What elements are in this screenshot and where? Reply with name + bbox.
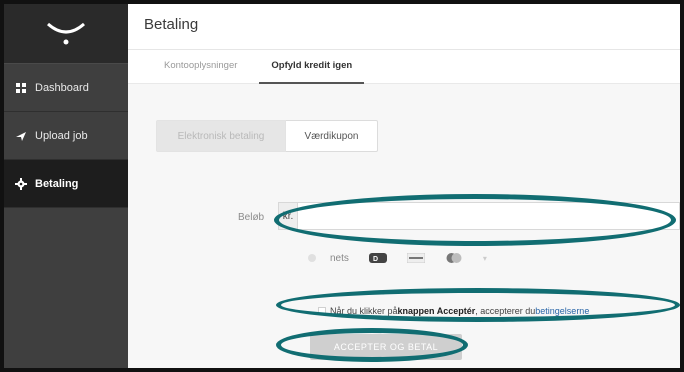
tab-kontooplysninger[interactable]: Kontooplysninger <box>152 50 249 84</box>
amount-input[interactable] <box>298 202 680 230</box>
mastercard-icon <box>445 252 463 264</box>
accept-and-pay-button[interactable]: ACCEPTER OG BETAL <box>310 334 462 360</box>
page-title: Betaling <box>128 4 680 50</box>
app-window: Dashboard Upload job Betaling Betaling K… <box>4 4 680 368</box>
logo-icon <box>47 22 85 44</box>
amount-label: Beløb <box>238 212 265 223</box>
plane-icon <box>14 129 28 143</box>
sidebar-item-label: Upload job <box>35 129 88 142</box>
sidebar-item-upload-job[interactable]: Upload job <box>4 112 128 160</box>
svg-text:D: D <box>373 256 378 263</box>
payment-methods: nets D ▾ <box>308 252 487 264</box>
terms-bold: knappen Acceptér <box>397 306 476 316</box>
sidebar: Dashboard Upload job Betaling <box>4 4 128 368</box>
logo <box>4 4 128 64</box>
payment-method-radio[interactable] <box>308 254 316 262</box>
sidebar-item-betaling[interactable]: Betaling <box>4 160 128 208</box>
tab-opfyld-kredit[interactable]: Opfyld kredit igen <box>259 50 365 84</box>
sidebar-item-label: Betaling <box>35 177 79 190</box>
currency-addon: kr. <box>278 202 298 230</box>
tab-bar: Kontooplysninger Opfyld kredit igen <box>128 50 680 84</box>
amount-input-group: kr. <box>278 202 680 230</box>
terms-text: Når du klikker på knappen Acceptér , acc… <box>318 306 589 316</box>
payment-panel: Elektronisk betaling Værdikupon Beløb kr… <box>128 84 680 368</box>
terms-middle: , accepterer du <box>475 306 536 316</box>
electronic-payment-button[interactable]: Elektronisk betaling <box>156 120 286 152</box>
voucher-button[interactable]: Værdikupon <box>286 120 378 152</box>
sidebar-item-label: Dashboard <box>35 81 89 94</box>
visa-icon <box>406 253 425 263</box>
terms-prefix: Når du klikker på <box>330 306 398 316</box>
sidebar-item-dashboard[interactable]: Dashboard <box>4 64 128 112</box>
dankort-icon: D <box>368 253 387 263</box>
terms-link[interactable]: betingelserne <box>535 306 589 316</box>
terms-checkbox[interactable] <box>318 307 326 315</box>
payment-type-toggle: Elektronisk betaling Værdikupon <box>156 120 378 152</box>
chevron-down-icon[interactable]: ▾ <box>483 254 487 263</box>
nets-label: nets <box>330 252 349 264</box>
gear-icon <box>14 177 28 191</box>
main-content: Betaling Kontooplysninger Opfyld kredit … <box>128 4 680 368</box>
grid-icon <box>14 81 28 95</box>
